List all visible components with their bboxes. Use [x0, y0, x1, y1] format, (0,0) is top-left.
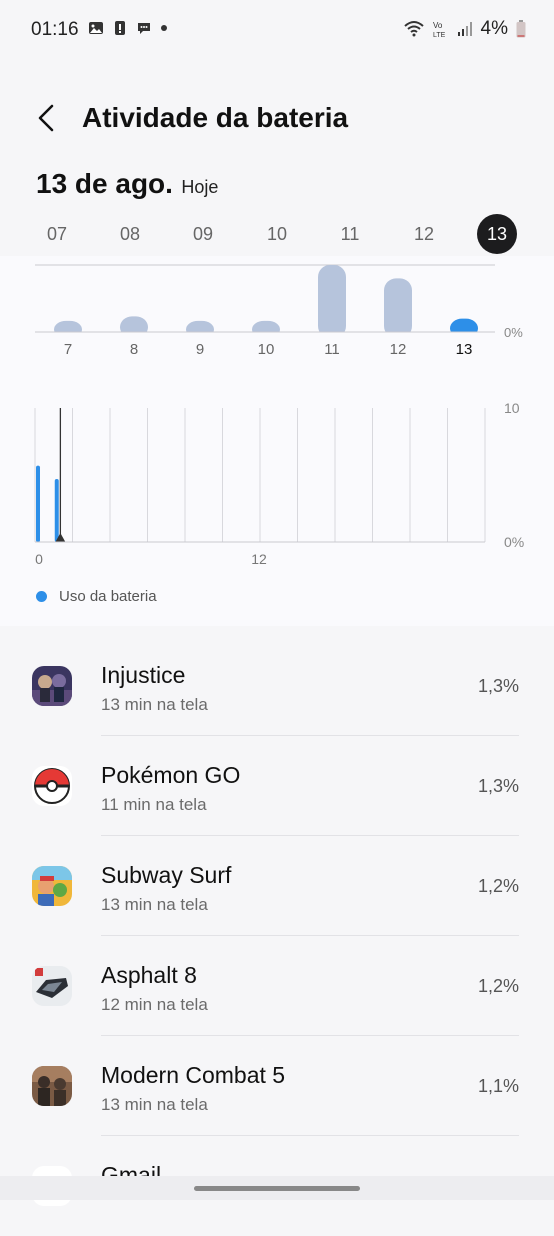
- svg-text:LTE: LTE: [433, 32, 446, 38]
- wifi-icon: [403, 21, 424, 37]
- app-header: Atividade da bateria: [0, 90, 554, 150]
- daily-y-tick: 0%: [504, 325, 523, 340]
- app-name: Injustice: [101, 662, 186, 688]
- app-name: Subway Surf: [101, 862, 232, 888]
- status-bar: 01:16 Vo LTE 4%: [0, 0, 554, 60]
- day-11[interactable]: 11: [330, 214, 370, 254]
- signal-icon: [457, 22, 472, 36]
- app-screen-time: 12 min na tela: [101, 995, 208, 1014]
- home-indicator[interactable]: [194, 1186, 360, 1191]
- hourly-bar: [54, 479, 59, 542]
- date-main: 13 de ago.: [36, 168, 173, 199]
- chart-area: 7 8 9 10 11 12 13 0% 0 12 10 0%: [0, 256, 554, 626]
- daily-bar: [384, 278, 412, 338]
- date-heading: 13 de ago. Hoje: [36, 168, 218, 200]
- chat-icon: [138, 23, 150, 34]
- injustice-icon: [32, 666, 72, 706]
- alert-icon: [115, 21, 125, 35]
- day-10[interactable]: 10: [257, 214, 297, 254]
- legend-label: Uso da bateria: [59, 588, 157, 605]
- list-item[interactable]: Asphalt 8 12 min na tela 1,2%: [0, 936, 554, 1036]
- app-percent: 1,2%: [477, 876, 519, 896]
- daily-x-tick: 13: [456, 341, 473, 358]
- volte-icon: Vo LTE: [433, 21, 446, 38]
- list-item[interactable]: Subway Surf 13 min na tela 1,2%: [0, 836, 554, 936]
- app-screen-time: 13 min na tela: [101, 895, 208, 914]
- app-percent: 1,2%: [477, 976, 519, 996]
- more-dot-icon: [161, 25, 167, 31]
- app-screen-time: 13 min na tela: [101, 695, 208, 714]
- day-13[interactable]: 13: [477, 214, 517, 254]
- app-percent: 1,1%: [477, 1076, 519, 1096]
- daily-x-tick: 7: [64, 341, 72, 358]
- battery-icon: [516, 20, 526, 38]
- daily-x-tick: 9: [196, 341, 204, 358]
- app-name: Modern Combat 5: [101, 1062, 286, 1088]
- battery-charts: 7 8 9 10 11 12 13 0% 0 12 10 0%: [30, 264, 524, 567]
- pokeball-icon: [32, 766, 72, 806]
- modern-combat-icon: [32, 1066, 72, 1106]
- asphalt-icon: [32, 966, 72, 1006]
- app-percent: 1,3%: [477, 676, 519, 696]
- chart-legend: Uso da bateria: [36, 588, 157, 605]
- legend-dot: [36, 591, 47, 602]
- svg-text:Vo: Vo: [433, 21, 443, 30]
- battery-percent: 4%: [480, 18, 508, 39]
- hourly-y-tick: 0%: [504, 534, 524, 550]
- daily-x-tick: 11: [324, 341, 340, 358]
- daily-bar-mask: [30, 332, 500, 342]
- notification-icons: [88, 20, 168, 36]
- daily-bar: [318, 265, 346, 338]
- day-09[interactable]: 09: [183, 214, 223, 254]
- daily-x-tick: 12: [390, 341, 407, 358]
- hourly-bar: [36, 465, 40, 542]
- status-time: 01:16: [31, 19, 79, 40]
- app-screen-time: 11 min na tela: [101, 795, 207, 814]
- day-07[interactable]: 07: [37, 214, 77, 254]
- app-name: Asphalt 8: [101, 962, 197, 988]
- daily-x-tick: 10: [258, 341, 275, 358]
- gallery-icon: [89, 22, 103, 34]
- day-selector: 07 08 09 10 11 12 13: [0, 214, 554, 256]
- date-sub: Hoje: [181, 177, 219, 197]
- app-screen-time: 13 min na tela: [101, 1095, 208, 1114]
- list-item[interactable]: Modern Combat 5 13 min na tela 1,1%: [0, 1036, 554, 1136]
- day-12[interactable]: 12: [404, 214, 444, 254]
- app-name: Pokémon GO: [101, 762, 241, 788]
- list-item[interactable]: Pokémon GO 11 min na tela 1,3%: [0, 736, 554, 836]
- back-arrow-icon[interactable]: [30, 100, 66, 136]
- list-item[interactable]: Injustice 13 min na tela 1,3%: [0, 636, 554, 736]
- status-right: Vo LTE 4%: [403, 18, 526, 40]
- hourly-y-tick: 10: [504, 400, 520, 416]
- page-title: Atividade da bateria: [82, 102, 349, 133]
- subway-surf-icon: [32, 866, 72, 906]
- app-percent: 1,3%: [477, 776, 519, 796]
- daily-x-tick: 8: [130, 341, 138, 358]
- hourly-x-tick: 12: [251, 551, 267, 567]
- day-08[interactable]: 08: [110, 214, 150, 254]
- hourly-x-tick: 0: [35, 551, 43, 567]
